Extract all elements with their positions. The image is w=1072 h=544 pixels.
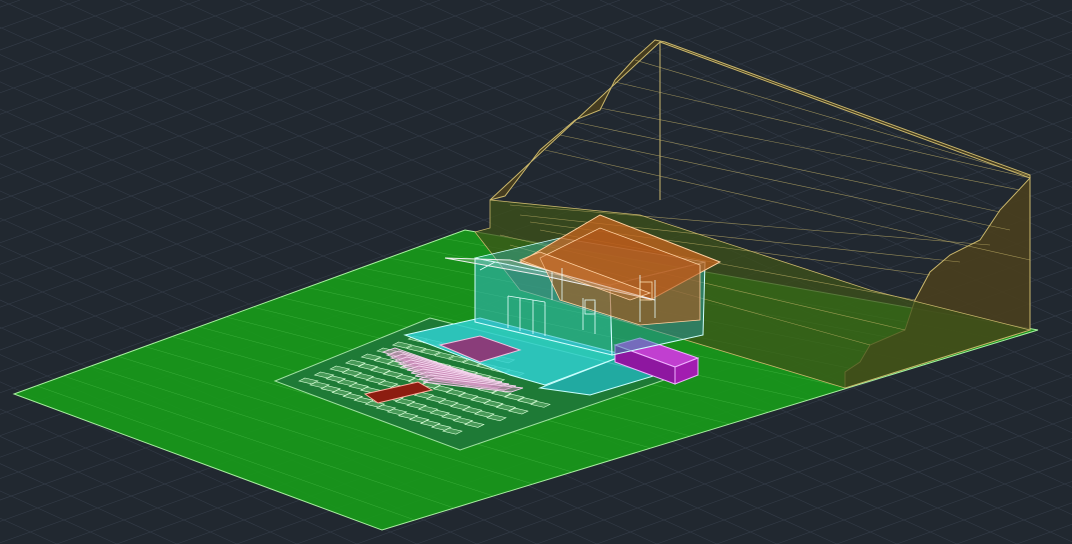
grid-line <box>0 0 81 29</box>
3d-model-scene[interactable] <box>0 0 1072 544</box>
grid-line <box>0 517 57 544</box>
grid-line <box>0 463 177 544</box>
terrain-line <box>634 59 1031 177</box>
terrain-line <box>574 121 1001 213</box>
grid-line <box>0 0 21 8</box>
grid-line <box>0 0 201 72</box>
cad-3d-viewport[interactable] <box>0 0 1072 544</box>
